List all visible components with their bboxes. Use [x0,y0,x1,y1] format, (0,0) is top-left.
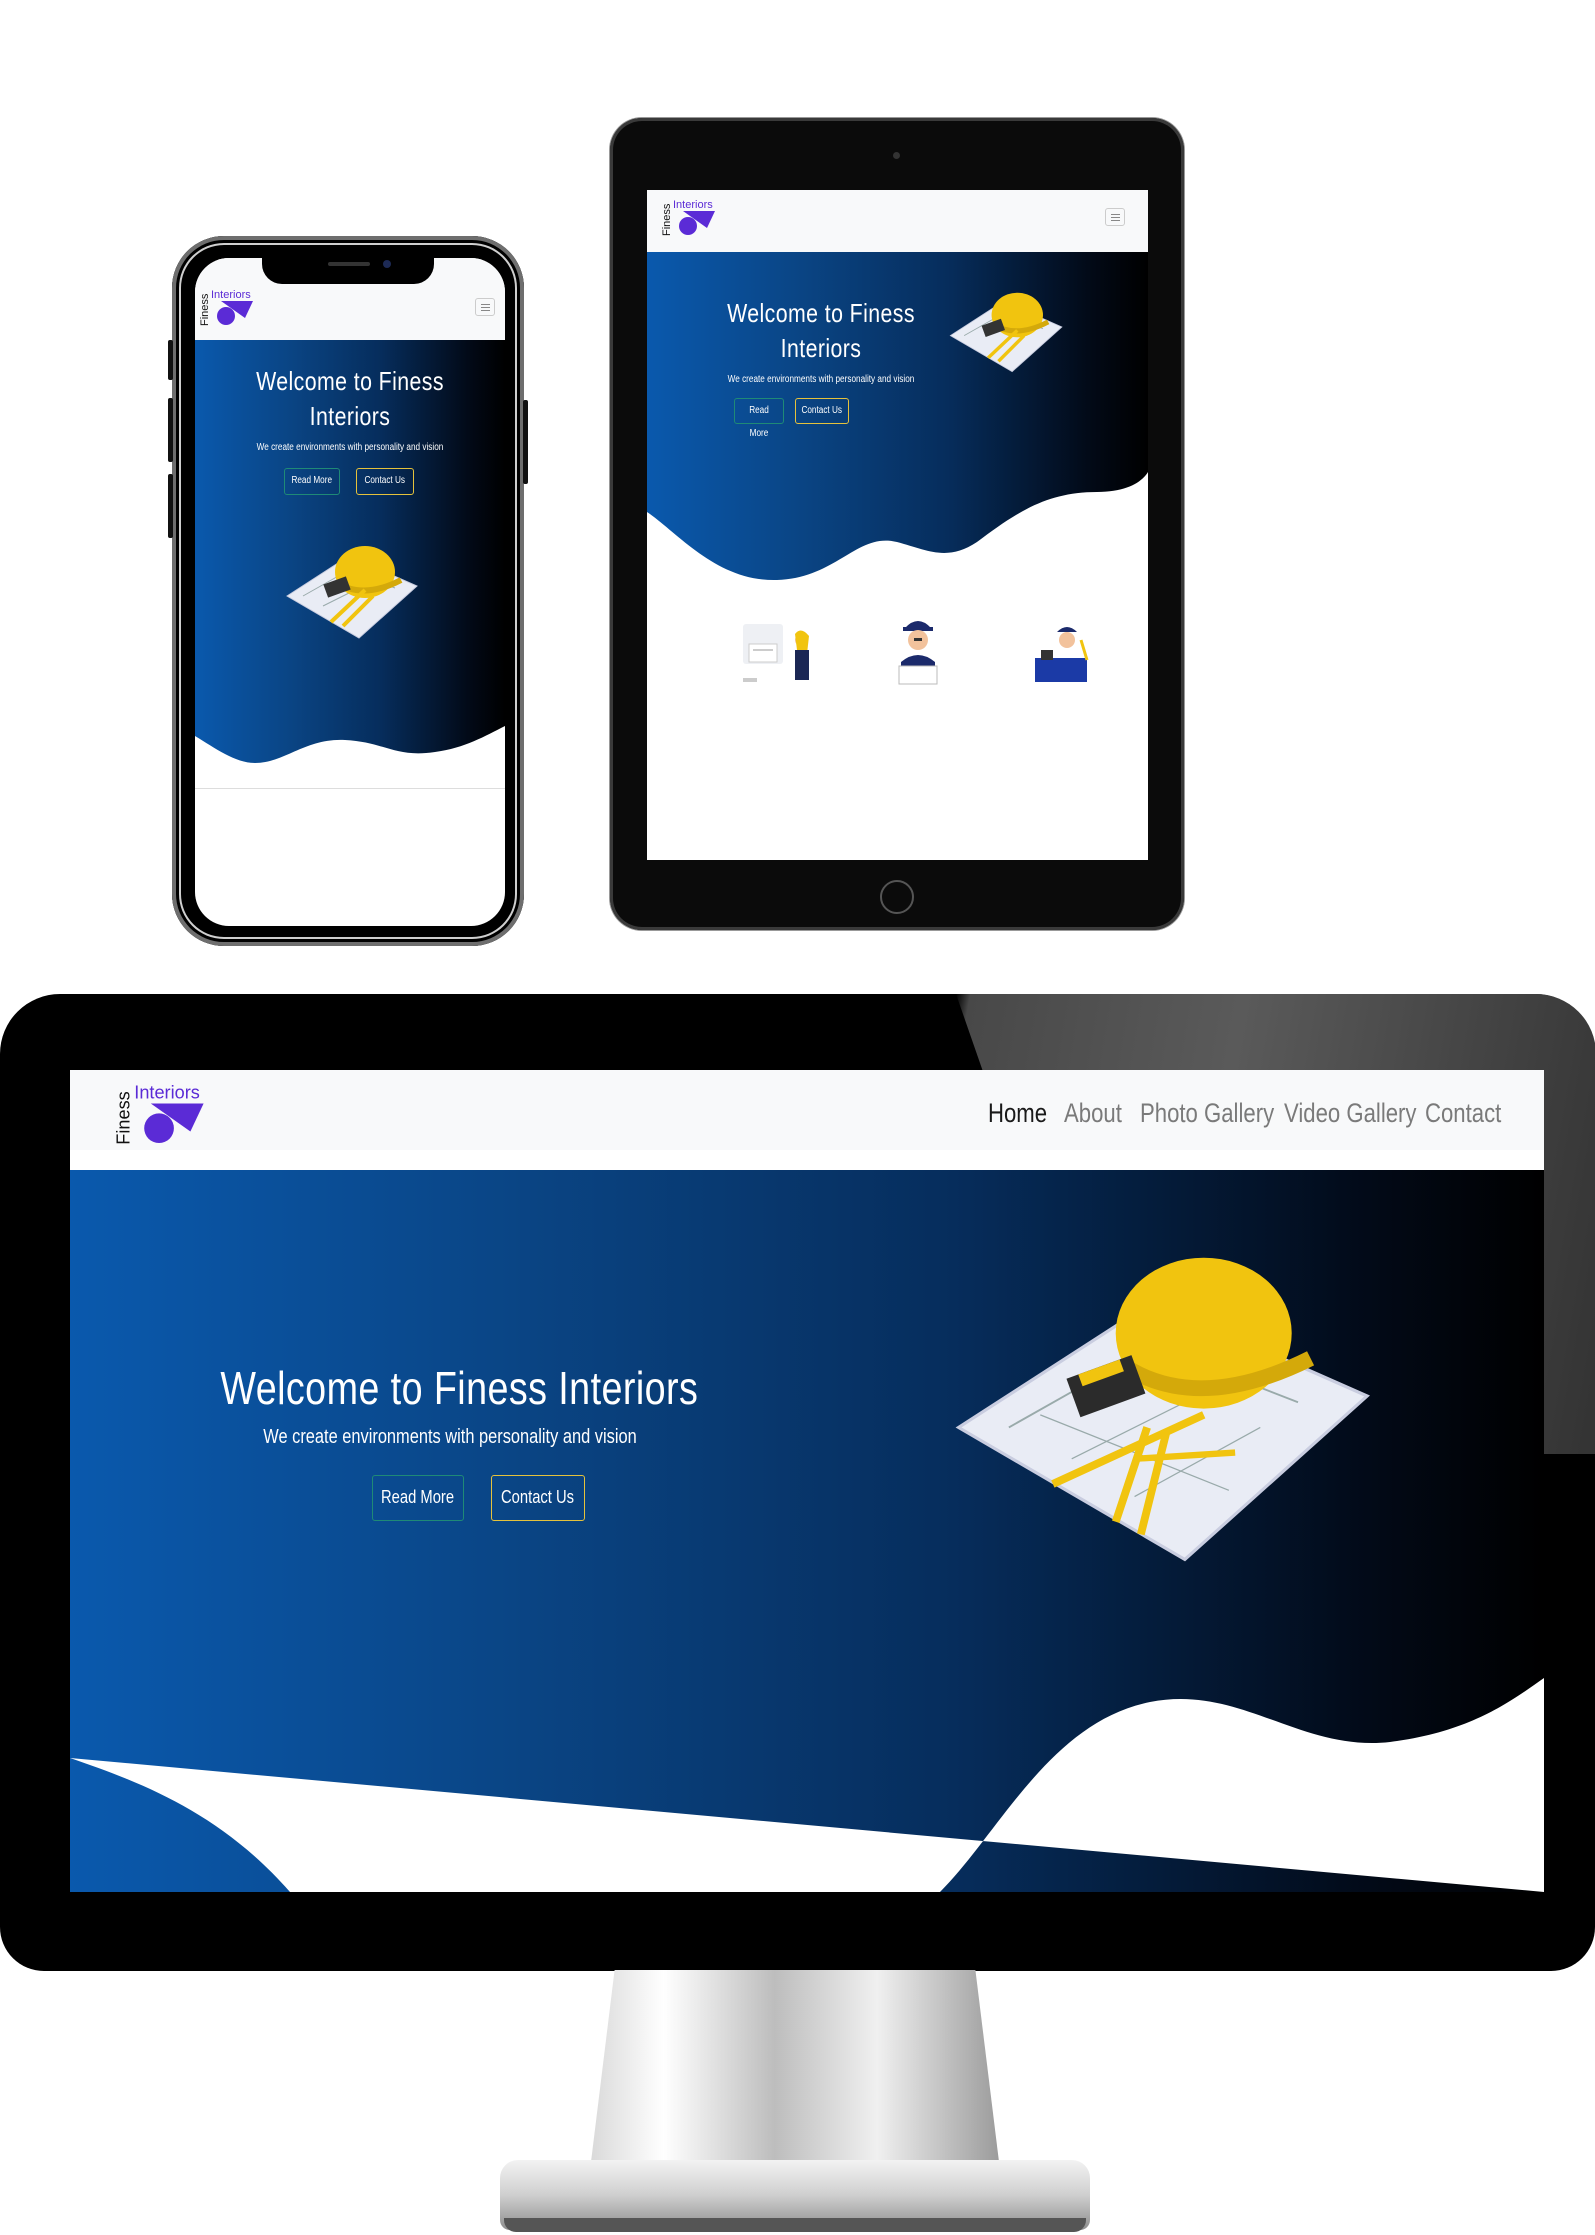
hero-wave [195,726,505,788]
tablet-home-button[interactable] [880,880,914,914]
monitor-stand-foot [504,2218,1086,2232]
hero-section: Welcome to Finess Interiors We create en… [70,1170,1544,1892]
phone-screen: Finess Interiors Welcome to Finess Inter… [195,258,505,926]
hard-hat-blueprint-image [946,1206,1386,1591]
nav-about[interactable]: About [1064,1098,1122,1129]
svg-text:Interiors: Interiors [211,289,251,301]
designer-illustration-icon [737,620,821,695]
site-logo[interactable]: Finess Interiors [661,198,721,243]
hero-title: Welcome to Finess Interiors [727,298,915,363]
svg-text:Finess: Finess [114,1091,133,1144]
navbar: Finess Interiors [647,190,1148,252]
read-more-button[interactable]: Read More [284,468,340,495]
phone-notch [262,252,434,284]
hard-hat-blueprint-image [947,272,1067,387]
hard-hat-blueprint-image [283,526,423,651]
nav-photo-gallery[interactable]: Photo Gallery [1140,1098,1274,1129]
hero-subtitle: We create environments with personality … [727,374,915,385]
svg-text:Interiors: Interiors [673,199,713,211]
hamburger-menu-icon[interactable] [1105,208,1125,226]
hero-title: Welcome to Finess Interiors [220,1362,699,1414]
hero-section: Welcome to Finess Interiors We create en… [195,340,505,788]
hero-subtitle: We create environments with personality … [256,442,444,453]
site-logo[interactable]: Finess Interiors [199,288,259,333]
hero-wave [70,1678,1544,1892]
engineer-illustration-icon [893,614,943,695]
divider [195,788,505,789]
hero-title: Welcome to Finess Interiors [256,366,444,431]
hero-subtitle: We create environments with personality … [263,1426,637,1448]
monitor-stand [590,1970,1000,2170]
nav-video-gallery[interactable]: Video Gallery [1284,1098,1417,1129]
svg-text:Finess: Finess [661,203,673,236]
tablet-screen: Finess Interiors Welcome to Finess Inter… [647,190,1148,860]
architect-illustration-icon [1031,620,1091,691]
site-logo[interactable]: Finess Interiors [113,1082,214,1153]
read-more-button[interactable]: Read More [372,1475,464,1521]
tablet-camera [893,152,900,159]
desktop-screen: Finess Interiors Home About Photo Galler… [70,1070,1544,1892]
hero-wave [647,472,1148,582]
navbar: Finess Interiors Home About Photo Galler… [70,1070,1544,1150]
contact-us-button[interactable]: Contact Us [795,398,849,424]
phone-side-button [168,474,173,538]
phone-side-button [523,400,528,484]
phone-side-button [168,340,173,380]
contact-us-button[interactable]: Contact Us [356,468,414,495]
svg-text:Interiors: Interiors [134,1083,200,1103]
phone-side-button [168,398,173,462]
hamburger-menu-icon[interactable] [475,298,495,316]
read-more-button[interactable]: Read More [734,398,784,439]
contact-us-button[interactable]: Contact Us [491,1475,585,1521]
hero-section: Welcome to Finess Interiors We create en… [647,252,1148,582]
nav-home[interactable]: Home [988,1098,1047,1129]
nav-contact[interactable]: Contact [1425,1098,1501,1129]
svg-text:Finess: Finess [199,293,211,326]
